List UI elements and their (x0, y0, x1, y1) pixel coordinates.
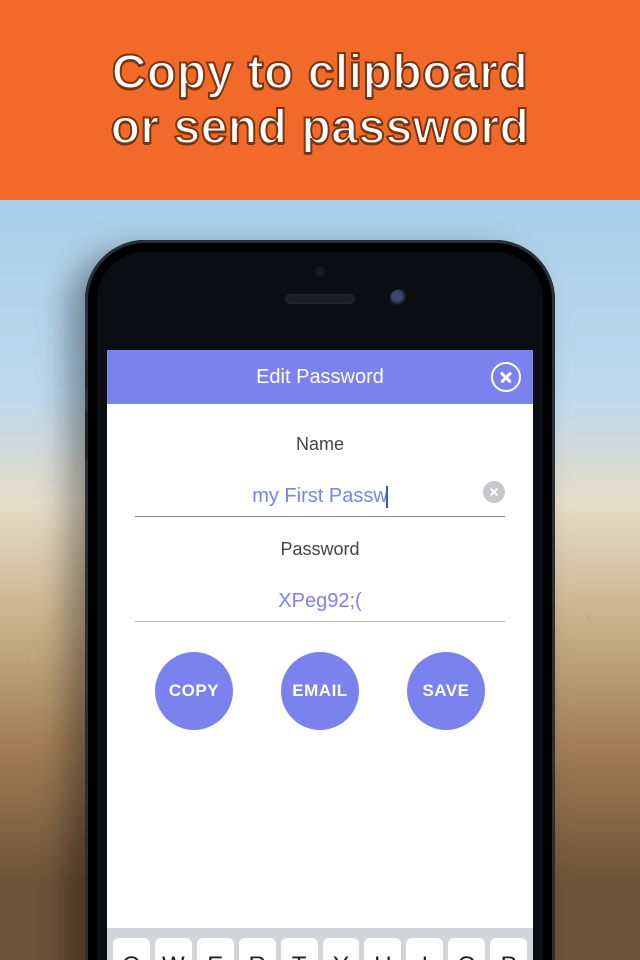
text-cursor (386, 486, 388, 508)
email-button-label: EMAIL (292, 681, 347, 701)
save-button[interactable]: SAVE (407, 652, 485, 730)
action-buttons: COPY EMAIL SAVE (131, 652, 509, 730)
phone-volume-button (85, 410, 88, 460)
app-header-title: Edit Password (256, 366, 384, 389)
key-i[interactable]: I (406, 938, 443, 960)
name-label: Name (129, 434, 511, 455)
key-r[interactable]: R (239, 938, 276, 960)
key-p[interactable]: P (490, 938, 527, 960)
key-q[interactable]: Q (113, 938, 150, 960)
ios-keyboard: Q W E R T Y U I O P (107, 928, 533, 960)
key-o[interactable]: O (448, 938, 485, 960)
password-field-row: XPeg92;( (135, 582, 505, 622)
phone-frame: Edit Password Name my First Passw Passwo… (85, 240, 555, 960)
save-button-label: SAVE (422, 681, 469, 701)
key-y[interactable]: Y (323, 938, 360, 960)
keyboard-row-1: Q W E R T Y U I O P (113, 938, 527, 960)
promo-headline-line1: Copy to clipboard (112, 46, 529, 99)
copy-button[interactable]: COPY (155, 652, 233, 730)
background-photo: Edit Password Name my First Passw Passwo… (0, 200, 640, 960)
edit-password-form: Name my First Passw Password XPeg92;( (107, 404, 533, 730)
phone-side-button (85, 360, 88, 388)
copy-button-label: COPY (169, 681, 219, 701)
phone-sensor (315, 266, 325, 276)
password-label: Password (129, 539, 511, 560)
phone-speaker (285, 294, 355, 304)
password-input[interactable]: XPeg92;( (135, 582, 505, 622)
phone-screen: Edit Password Name my First Passw Passwo… (107, 350, 533, 960)
name-field-row: my First Passw (135, 477, 505, 517)
app-promo-screenshot: Copy to clipboard or send password Edit … (0, 0, 640, 960)
promo-headline: Copy to clipboard or send password (111, 45, 530, 155)
name-input-value: my First Passw (252, 485, 388, 507)
email-button[interactable]: EMAIL (281, 652, 359, 730)
key-e[interactable]: E (197, 938, 234, 960)
promo-headline-line2: or send password (111, 101, 530, 154)
password-input-value: XPeg92;( (278, 590, 361, 612)
close-icon[interactable] (491, 362, 521, 392)
key-u[interactable]: U (364, 938, 401, 960)
app-header: Edit Password (107, 350, 533, 404)
clear-icon[interactable] (483, 481, 505, 503)
key-t[interactable]: T (281, 938, 318, 960)
phone-camera (390, 289, 408, 307)
key-w[interactable]: W (155, 938, 192, 960)
name-input[interactable]: my First Passw (135, 477, 505, 517)
promo-banner: Copy to clipboard or send password (0, 0, 640, 200)
